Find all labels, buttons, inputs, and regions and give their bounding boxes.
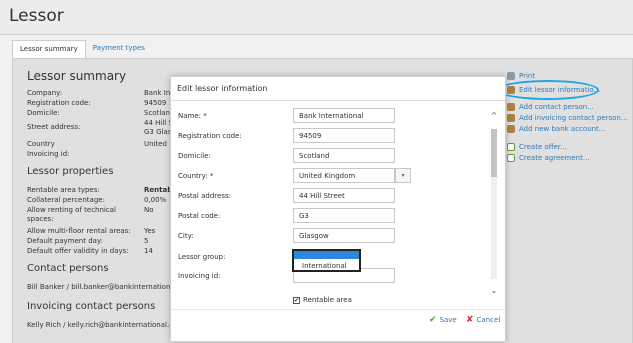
invoicing-contact-entry[interactable]: Kelly Rich / kelly.rich@bankinternationa… xyxy=(27,321,184,329)
save-button-label: Save xyxy=(439,316,457,324)
add-contact-person-label: Add contact person... xyxy=(519,103,594,111)
tab-bar: Lessor summary Payment types xyxy=(12,40,152,59)
add-contact-person-link[interactable]: Add contact person... xyxy=(507,103,594,111)
chevron-down-icon[interactable]: ▾ xyxy=(395,168,411,183)
postal-code-label: Postal code: xyxy=(178,212,221,220)
page-title: Lessor xyxy=(9,6,64,26)
dialog-footer-divider xyxy=(171,309,505,310)
rentable-area-types-label: Rentable area types: xyxy=(27,186,100,194)
city-label: City: xyxy=(178,232,194,240)
rentable-area-checkbox-row[interactable]: ✔ Rentable area xyxy=(293,296,352,304)
street-address-label: Street address: xyxy=(27,123,81,131)
contact-persons-heading: Contact persons xyxy=(27,263,109,274)
print-icon xyxy=(507,72,515,80)
contact-person-entry[interactable]: Bill Banker / bill.banker@bankinternatio… xyxy=(27,283,183,291)
company-label: Company: xyxy=(27,89,63,97)
allow-technical-spaces-label: Allow renting of technical xyxy=(27,206,116,214)
postal-code-input[interactable]: G3 xyxy=(293,208,395,223)
country-field-label: Country: * xyxy=(178,172,214,180)
registration-code-label: Registration code: xyxy=(27,99,91,107)
tab-lessor-summary[interactable]: Lessor summary xyxy=(12,40,86,59)
close-icon: ✘ xyxy=(466,315,474,325)
postal-address-label: Postal address: xyxy=(178,192,231,200)
scroll-thumb[interactable] xyxy=(491,129,497,177)
save-button[interactable]: ✔ Save xyxy=(429,315,457,325)
dialog-title: Edit lessor information xyxy=(177,84,268,93)
allow-technical-spaces-label-line2: spaces: xyxy=(27,215,54,223)
street-address-value: 44 Hill S xyxy=(144,119,173,127)
company-value: Bank Int xyxy=(144,89,174,97)
person-icon xyxy=(507,114,515,122)
allow-multi-floor-label: Allow multi-floor rental areas: xyxy=(27,227,131,235)
collateral-percentage-value: 0,00% xyxy=(144,196,167,204)
rentable-area-label: Rentable area xyxy=(303,296,352,304)
name-label: Name: * xyxy=(178,112,207,120)
registration-code-input[interactable]: 94509 xyxy=(293,128,395,143)
dropdown-option-international[interactable]: International xyxy=(302,262,347,270)
lessor-group-label: Lessor group: xyxy=(178,253,226,261)
person-icon xyxy=(507,103,515,111)
postal-address-input[interactable]: 44 Hill Street xyxy=(293,188,395,203)
add-bank-account-link[interactable]: Add new bank account... xyxy=(507,125,605,133)
name-input[interactable]: Bank International xyxy=(293,108,395,123)
chevron-down-icon[interactable]: ⌄ xyxy=(489,286,499,295)
edit-lessor-dialog: Edit lessor information Name: * Bank Int… xyxy=(170,76,506,342)
chevron-up-icon[interactable]: ^ xyxy=(489,111,499,120)
country-select[interactable]: United Kingdom xyxy=(293,168,395,183)
person-icon xyxy=(507,125,515,133)
lessor-group-dropdown[interactable]: International xyxy=(292,249,361,272)
add-invoicing-contact-link[interactable]: Add invoicing contact person... xyxy=(507,114,628,122)
registration-code-value: 94509 xyxy=(144,99,167,107)
lessor-summary-heading: Lessor summary xyxy=(27,69,127,83)
lessor-properties-heading: Lessor properties xyxy=(27,166,114,177)
allow-multi-floor-value: Yes xyxy=(144,227,156,235)
page-header: Lessor xyxy=(0,0,633,35)
default-payment-day-label: Default payment day: xyxy=(27,237,103,245)
print-link[interactable]: Print xyxy=(507,72,535,80)
add-invoicing-contact-label: Add invoicing contact person... xyxy=(519,114,628,122)
registration-code-field-label: Registration code: xyxy=(178,132,242,140)
invoicing-id-field-label: Invoicing id: xyxy=(178,272,221,280)
domicile-label: Domicile: xyxy=(27,109,60,117)
allow-technical-spaces-value: No xyxy=(144,206,154,214)
create-agreement-link[interactable]: Create agreement... xyxy=(507,154,590,162)
default-payment-day-value: 5 xyxy=(144,237,149,245)
add-bank-account-label: Add new bank account... xyxy=(519,125,606,133)
dropdown-option-blank[interactable] xyxy=(294,251,359,259)
print-link-label: Print xyxy=(519,72,536,80)
document-icon xyxy=(507,143,515,151)
document-icon xyxy=(507,154,515,162)
invoicing-contact-persons-heading: Invoicing contact persons xyxy=(27,301,156,312)
cancel-button[interactable]: ✘ Cancel xyxy=(466,315,500,325)
tab-payment-types[interactable]: Payment types xyxy=(86,40,152,58)
checkbox-checked-icon[interactable]: ✔ xyxy=(293,296,300,304)
invoicing-id-label: Invoicing id: xyxy=(27,150,70,158)
check-icon: ✔ xyxy=(429,315,437,325)
highlight-circle xyxy=(497,80,599,100)
street-address-value-line2: G3 Glas xyxy=(144,128,172,136)
default-offer-validity-label: Default offer validity in days: xyxy=(27,247,129,255)
create-offer-label: Create offer... xyxy=(519,143,567,151)
default-offer-validity-value: 14 xyxy=(144,247,153,255)
create-agreement-label: Create agreement... xyxy=(519,154,590,162)
dialog-scrollbar[interactable]: ^ ⌄ xyxy=(489,111,499,311)
domicile-input[interactable]: Scotland xyxy=(293,148,395,163)
domicile-field-label: Domicile: xyxy=(178,152,211,160)
dialog-divider xyxy=(171,100,505,101)
cancel-button-label: Cancel xyxy=(476,316,501,324)
city-input[interactable]: Glasgow xyxy=(293,228,395,243)
country-label: Country xyxy=(27,140,55,148)
create-offer-link[interactable]: Create offer... xyxy=(507,143,567,151)
collateral-percentage-label: Collateral percentage: xyxy=(27,196,105,204)
